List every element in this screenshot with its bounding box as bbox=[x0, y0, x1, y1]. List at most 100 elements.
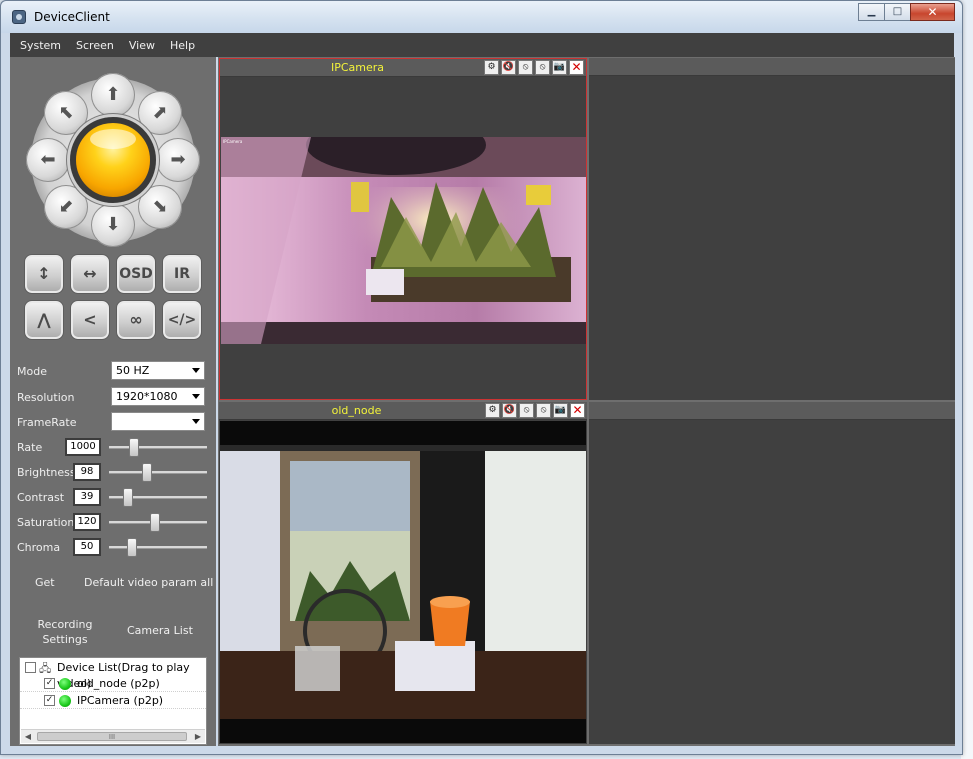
code-icon: </> bbox=[167, 312, 197, 328]
chroma-slider-thumb[interactable] bbox=[126, 538, 137, 557]
arrow-down-left-icon: ⬋ bbox=[58, 196, 74, 217]
contrast-value[interactable]: 39 bbox=[73, 488, 101, 506]
menu-system[interactable]: System bbox=[20, 39, 61, 52]
video-pane-2[interactable] bbox=[589, 58, 955, 400]
rate-slider-thumb[interactable] bbox=[128, 438, 139, 457]
recording-settings-label-1: Recording bbox=[37, 618, 93, 631]
window-controls: ▁ □ ✕ bbox=[858, 3, 955, 21]
chroma-label: Chroma bbox=[17, 541, 61, 554]
cruise-horizontal-button[interactable]: < bbox=[70, 300, 110, 340]
ptz-center-button[interactable] bbox=[70, 117, 156, 203]
close-button[interactable]: ✕ bbox=[910, 3, 955, 21]
contrast-label: Contrast bbox=[17, 491, 65, 504]
camera-list-button[interactable]: Camera List bbox=[127, 624, 193, 637]
tool-row-2: ⋀ < ∞ </> bbox=[24, 300, 202, 340]
title-bar[interactable]: DeviceClient ▁ □ ✕ bbox=[1, 1, 962, 33]
brightness-slider[interactable] bbox=[109, 463, 207, 482]
mute-icon[interactable]: 🔇 bbox=[501, 60, 516, 75]
video-pane-4[interactable] bbox=[589, 402, 955, 744]
ptz-up-left-button[interactable]: ⬉ bbox=[44, 91, 88, 135]
snapshot-icon[interactable]: 📷 bbox=[553, 403, 568, 418]
resolution-select[interactable]: 1920*1080 bbox=[111, 387, 205, 406]
ir-button[interactable]: IR bbox=[162, 254, 202, 294]
ptz-down-right-button[interactable]: ⬊ bbox=[138, 185, 182, 229]
ptz-left-button[interactable]: ⬅ bbox=[26, 138, 70, 182]
saturation-slider[interactable] bbox=[109, 513, 207, 532]
brightness-slider-thumb[interactable] bbox=[142, 463, 153, 482]
ptz-up-button[interactable]: ⬆ bbox=[91, 73, 135, 117]
get-button[interactable]: Get bbox=[35, 576, 55, 589]
ptz-down-button[interactable]: ⬇ bbox=[91, 203, 135, 247]
settings-icon[interactable]: ⚙ bbox=[485, 403, 500, 418]
brightness-label: Brightness bbox=[17, 466, 76, 479]
pane-title: IPCamera bbox=[330, 61, 385, 74]
menu-screen[interactable]: Screen bbox=[76, 39, 114, 52]
horizontal-scrollbar[interactable]: ◀ III ▶ bbox=[21, 729, 205, 743]
horizontal-cruise-icon: < bbox=[83, 310, 97, 329]
horizontal-arrows-icon: ↔ bbox=[83, 264, 97, 283]
scroll-left-icon[interactable]: ◀ bbox=[21, 730, 35, 744]
scroll-right-icon[interactable]: ▶ bbox=[191, 730, 205, 744]
talk-disabled-icon[interactable]: ⦸ bbox=[519, 403, 534, 418]
scrollbar-thumb[interactable]: III bbox=[37, 732, 187, 741]
device-name: IPCamera (p2p) bbox=[77, 694, 164, 707]
flip-vertical-button[interactable]: ↕ bbox=[24, 254, 64, 294]
window-title: DeviceClient bbox=[34, 10, 110, 24]
flip-horizontal-button[interactable]: ↔ bbox=[70, 254, 110, 294]
chroma-slider[interactable] bbox=[109, 538, 207, 557]
menu-help[interactable]: Help bbox=[170, 39, 195, 52]
device-list-root[interactable]: 🖧 Device List(Drag to play video) bbox=[20, 660, 206, 690]
video-feed-ipcamera: IPCamera bbox=[221, 137, 586, 344]
framerate-select[interactable] bbox=[111, 412, 205, 431]
menu-view[interactable]: View bbox=[129, 39, 155, 52]
mode-select[interactable]: 50 HZ bbox=[111, 361, 205, 380]
list-item[interactable]: ✓ IPCamera (p2p) bbox=[20, 693, 206, 709]
video-pane-1[interactable]: IPCamera ⚙ 🔇 ⦸ ⦸ 📷 ✕ IPCamera bbox=[219, 58, 587, 400]
list-item[interactable]: ✓ old_node (p2p) bbox=[20, 676, 206, 692]
record-disabled-icon[interactable]: ⦸ bbox=[535, 60, 550, 75]
brightness-value[interactable]: 98 bbox=[73, 463, 101, 481]
mode-label: Mode bbox=[17, 365, 47, 378]
pane-toolbar: ⚙ 🔇 ⦸ ⦸ 📷 ✕ bbox=[485, 403, 585, 418]
recording-settings-button[interactable]: Recording Settings bbox=[30, 618, 100, 646]
minimize-button[interactable]: ▁ bbox=[858, 3, 885, 21]
default-video-param-button[interactable]: Default video param all bbox=[84, 576, 213, 589]
device-checkbox[interactable]: ✓ bbox=[44, 695, 55, 706]
snapshot-icon[interactable]: 📷 bbox=[552, 60, 567, 75]
talk-disabled-icon[interactable]: ⦸ bbox=[518, 60, 533, 75]
video-pane-3[interactable]: old_node ⚙ 🔇 ⦸ ⦸ 📷 ✕ bbox=[219, 402, 587, 744]
cruise-loop-button[interactable]: ∞ bbox=[116, 300, 156, 340]
ptz-right-button[interactable]: ➡ bbox=[156, 138, 200, 182]
tool-row-1: ↕ ↔ OSD IR bbox=[24, 254, 202, 294]
arrow-up-icon: ⬆ bbox=[105, 84, 121, 105]
arrow-up-right-icon: ⬈ bbox=[152, 102, 168, 123]
rate-value[interactable]: 1000 bbox=[65, 438, 101, 456]
close-video-icon[interactable]: ✕ bbox=[570, 403, 585, 418]
online-status-icon bbox=[59, 695, 71, 707]
ptz-up-right-button[interactable]: ⬈ bbox=[138, 91, 182, 135]
record-disabled-icon[interactable]: ⦸ bbox=[536, 403, 551, 418]
ptz-down-left-button[interactable]: ⬋ bbox=[44, 185, 88, 229]
device-checkbox[interactable]: ✓ bbox=[44, 678, 55, 689]
osd-button[interactable]: OSD bbox=[116, 254, 156, 294]
vertical-cruise-icon: ⋀ bbox=[37, 310, 51, 329]
maximize-button[interactable]: □ bbox=[884, 3, 911, 21]
rate-slider[interactable] bbox=[109, 438, 207, 457]
video-grid: IPCamera ⚙ 🔇 ⦸ ⦸ 📷 ✕ IPCamera old_node ⚙… bbox=[218, 57, 955, 746]
video-overlay-label: IPCamera bbox=[223, 139, 243, 144]
ptz-control: ⬆ ⬈ ➡ ⬊ ⬇ ⬋ ⬅ ⬉ bbox=[26, 73, 200, 247]
chroma-value[interactable]: 50 bbox=[73, 538, 101, 556]
saturation-label: Saturation bbox=[17, 516, 75, 529]
cruise-vertical-button[interactable]: ⋀ bbox=[24, 300, 64, 340]
contrast-slider-thumb[interactable] bbox=[122, 488, 133, 507]
contrast-slider[interactable] bbox=[109, 488, 207, 507]
close-video-icon[interactable]: ✕ bbox=[569, 60, 584, 75]
window-border bbox=[10, 746, 954, 754]
saturation-value[interactable]: 120 bbox=[73, 513, 101, 531]
settings-icon[interactable]: ⚙ bbox=[484, 60, 499, 75]
saturation-slider-thumb[interactable] bbox=[150, 513, 161, 532]
menu-bar: System Screen View Help bbox=[10, 33, 954, 57]
mute-icon[interactable]: 🔇 bbox=[502, 403, 517, 418]
root-checkbox[interactable] bbox=[25, 662, 36, 673]
stop-cruise-button[interactable]: </> bbox=[162, 300, 202, 340]
